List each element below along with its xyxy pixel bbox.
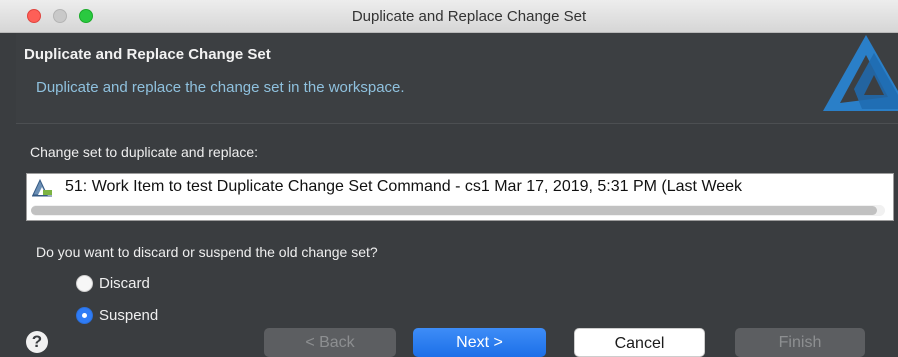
dialog-window: Duplicate and Replace Change Set Duplica…: [0, 0, 898, 357]
discard-label[interactable]: Discard: [99, 275, 150, 292]
title-bar: Duplicate and Replace Change Set: [0, 0, 898, 33]
window-title: Duplicate and Replace Change Set: [351, 8, 587, 25]
change-set-label: Change set to duplicate and replace:: [30, 144, 259, 160]
suspend-label[interactable]: Suspend: [99, 307, 158, 324]
scrollbar-thumb[interactable]: [31, 206, 877, 215]
jazz-triangle-logo-icon: [823, 35, 898, 111]
next-button[interactable]: Next >: [413, 328, 546, 357]
wizard-content: Change set to duplicate and replace: 51:…: [16, 124, 898, 357]
discard-suspend-question: Do you want to discard or suspend the ol…: [36, 244, 378, 260]
banner-title: Duplicate and Replace Change Set: [24, 46, 271, 63]
back-button[interactable]: < Back: [264, 328, 396, 357]
change-set-item-text: 51: Work Item to test Duplicate Change S…: [65, 178, 743, 195]
change-set-icon: [32, 178, 52, 197]
finish-button[interactable]: Finish: [735, 328, 865, 357]
help-icon[interactable]: ?: [26, 331, 48, 353]
suspend-radio[interactable]: [76, 306, 93, 324]
suspend-option[interactable]: Suspend: [76, 304, 158, 326]
banner-description: Duplicate and replace the change set in …: [36, 79, 405, 96]
wizard-banner: Duplicate and Replace Change Set Duplica…: [16, 33, 898, 124]
discard-option[interactable]: Discard: [76, 272, 150, 294]
list-item[interactable]: 51: Work Item to test Duplicate Change S…: [27, 174, 893, 200]
horizontal-scrollbar[interactable]: [31, 205, 885, 216]
discard-radio[interactable]: [76, 274, 93, 292]
change-set-list[interactable]: 51: Work Item to test Duplicate Change S…: [26, 173, 894, 221]
cancel-button[interactable]: Cancel: [574, 328, 705, 357]
